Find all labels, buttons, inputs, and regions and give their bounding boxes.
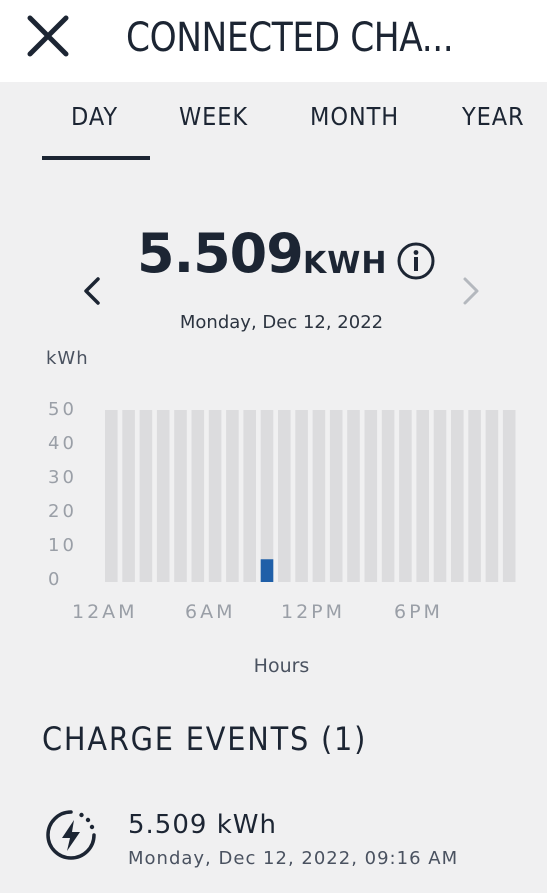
hour-bar-track — [105, 410, 118, 582]
hour-bar-track — [278, 410, 291, 582]
hour-bar-track — [174, 410, 187, 582]
hour-bar-track — [451, 410, 464, 582]
hour-bar-track — [416, 410, 429, 582]
x-tick-label: 6AM — [185, 601, 236, 623]
hour-bar-track — [295, 410, 308, 582]
hour-bar-track — [156, 410, 170, 582]
hour-bar-track — [139, 410, 153, 582]
hour-bar-track — [208, 410, 222, 582]
hour-bar-track — [312, 410, 326, 582]
charge-events-heading: CHARGE EVENTS (1) — [42, 720, 368, 758]
hour-bar-track — [243, 410, 256, 582]
charge-bolt-icon — [46, 810, 96, 860]
event-energy: 5.509 kWh — [128, 810, 277, 840]
hour-bar-track — [122, 410, 135, 582]
x-tick-label: 12AM — [72, 601, 138, 623]
hour-bar-track — [364, 410, 378, 582]
hour-bar-track — [399, 410, 412, 582]
hour-bar-track — [468, 410, 481, 582]
hour-bar-track — [191, 410, 205, 582]
hour-bar-track — [347, 410, 360, 582]
hour-bar-track — [226, 410, 239, 582]
hour-energy-bar[interactable] — [260, 559, 274, 582]
hour-bar-track — [260, 410, 274, 582]
hour-bar-track — [329, 410, 343, 582]
x-tick-label: 12PM — [281, 601, 346, 623]
event-timestamp: Monday, Dec 12, 2022, 09:16 AM — [128, 848, 459, 869]
hour-bar-track — [433, 410, 447, 582]
hour-bar-track — [381, 410, 395, 582]
hourly-energy-chart — [105, 410, 516, 582]
x-axis-title: Hours — [253, 655, 310, 677]
charge-event-item[interactable]: 5.509 kWh Monday, Dec 12, 2022, 09:16 AM — [0, 800, 547, 880]
hour-bar-track — [485, 410, 499, 582]
hour-bar-track — [502, 410, 516, 582]
x-tick-label: 6PM — [394, 601, 443, 623]
